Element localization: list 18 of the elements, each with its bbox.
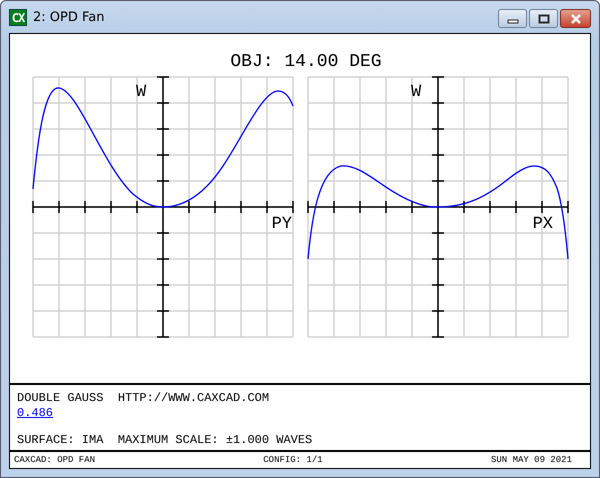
minimize-button[interactable] [498,9,527,28]
maximize-icon [538,14,550,24]
lens-title: DOUBLE GAUSS HTTP://WWW.CAXCAD.COM [17,391,270,406]
axis-label: W [136,83,146,102]
axis-label: W [411,83,422,102]
wavelength-link[interactable]: 0.486 [17,406,54,420]
close-icon [570,14,582,24]
status-text: CAXCAD: OPD FAN [14,454,96,467]
app-icon: CX [9,8,27,26]
axis-label: PY [272,215,292,234]
scale-text: SURFACE: IMA MAXIMUM SCALE: ±1.000 WAVES [17,433,314,448]
window-title: 2: OPD Fan [33,10,104,24]
status-text: CONFIG: 1/1 [263,454,323,467]
close-button[interactable] [560,9,591,28]
status-text: SUN MAY 09 2021 [490,454,572,467]
maximize-button[interactable] [529,9,558,28]
axis-label: PX [532,215,553,234]
plot-title: OBJ: 14.00 DEG [229,51,383,74]
